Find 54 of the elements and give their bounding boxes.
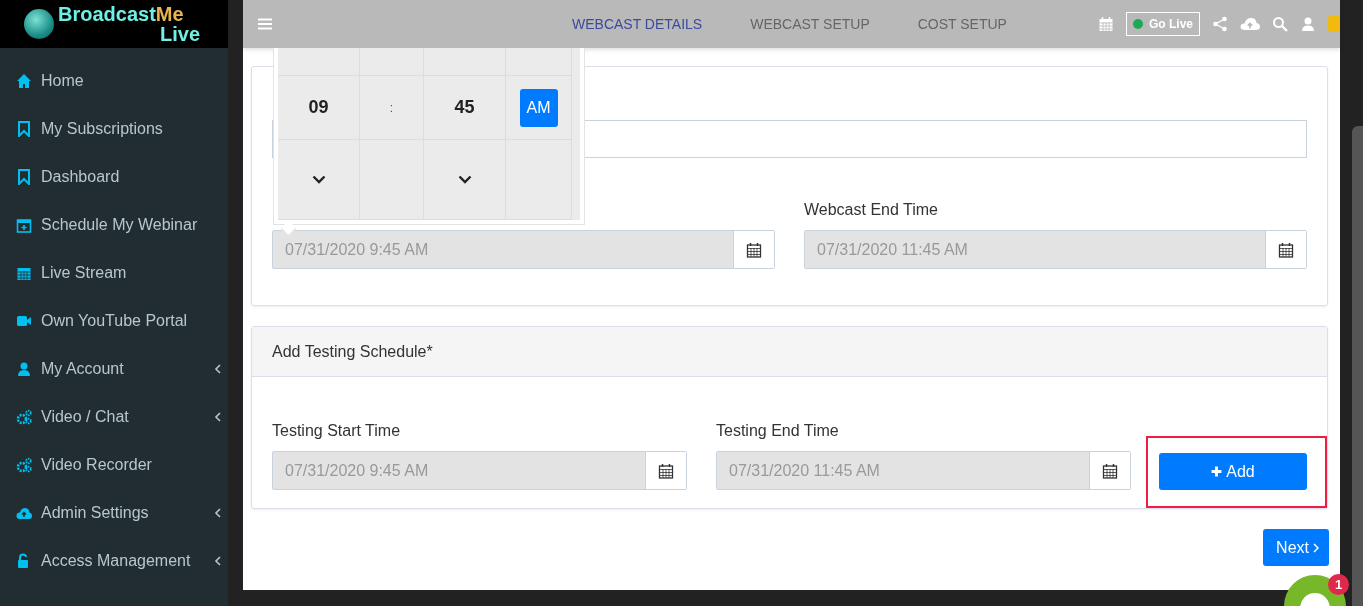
chevron-left-icon xyxy=(214,507,222,519)
card-title: Add Testing Schedule* xyxy=(272,342,433,361)
notification-badge: 1 xyxy=(1328,574,1349,595)
add-button[interactable]: Add xyxy=(1159,453,1307,490)
hour-value[interactable]: 09 xyxy=(308,97,329,118)
sidebar-item[interactable]: Home xyxy=(0,57,228,105)
menu-icon[interactable] xyxy=(258,18,272,30)
chevron-down-icon[interactable] xyxy=(457,175,472,184)
user-icon[interactable] xyxy=(1300,16,1316,32)
chevron-down-icon[interactable] xyxy=(311,175,326,184)
calendar-icon[interactable] xyxy=(1089,452,1130,489)
field-label: Webcast End Time xyxy=(804,201,939,220)
globe-icon xyxy=(24,9,54,39)
field-label: Testing End Time xyxy=(716,422,840,441)
calendar-icon xyxy=(16,265,32,281)
chevron-left-icon xyxy=(214,363,222,375)
logo-text: BroadcastMe Live xyxy=(58,4,201,44)
home-icon xyxy=(16,73,32,89)
tab[interactable]: WEBCAST DETAILS xyxy=(572,16,703,32)
video-camera-icon xyxy=(16,313,32,329)
search-icon[interactable] xyxy=(1272,16,1288,32)
bookmark-icon xyxy=(16,121,32,137)
gears-icon xyxy=(16,457,32,473)
bookmark-icon xyxy=(16,169,32,185)
plus-icon xyxy=(1211,466,1223,477)
sidebar-item[interactable]: Dashboard xyxy=(0,153,228,201)
sidebar-item[interactable]: Access Management xyxy=(0,537,228,585)
notification-icon[interactable] xyxy=(1328,16,1340,32)
gears-icon xyxy=(16,409,32,425)
user-icon xyxy=(16,361,32,377)
sidebar-item[interactable]: My Subscriptions xyxy=(0,105,228,153)
cloud-upload-icon[interactable] xyxy=(1240,17,1260,31)
calendar-icon[interactable] xyxy=(733,231,774,268)
sidebar-item[interactable]: Own YouTube Portal xyxy=(0,297,228,345)
time-separator: : xyxy=(389,100,394,115)
cloud-upload-icon xyxy=(16,505,32,521)
next-button[interactable]: Next xyxy=(1263,529,1329,566)
minute-value[interactable]: 45 xyxy=(454,97,475,118)
sidebar-item[interactable]: Admin Settings xyxy=(0,489,228,537)
sidebar-item[interactable]: Video Recorder xyxy=(0,441,228,489)
sidebar-item[interactable]: My Account xyxy=(0,345,228,393)
chevron-left-icon xyxy=(214,411,222,423)
share-icon[interactable] xyxy=(1212,16,1228,32)
calendar-plus-icon xyxy=(16,217,32,233)
calendar-icon[interactable] xyxy=(1265,231,1306,268)
sidebar-item[interactable]: Schedule My Webinar xyxy=(0,201,228,249)
period-toggle[interactable]: AM xyxy=(519,88,558,127)
sidebar-item[interactable]: Video / Chat xyxy=(0,393,228,441)
sidebar-item[interactable]: Live Stream xyxy=(0,249,228,297)
logo[interactable]: BroadcastMe Live xyxy=(0,0,228,48)
field-label: Testing Start Time xyxy=(272,422,402,441)
chevron-right-icon xyxy=(1313,542,1319,553)
chevron-left-icon xyxy=(214,555,222,567)
calendar-icon[interactable] xyxy=(645,452,686,489)
